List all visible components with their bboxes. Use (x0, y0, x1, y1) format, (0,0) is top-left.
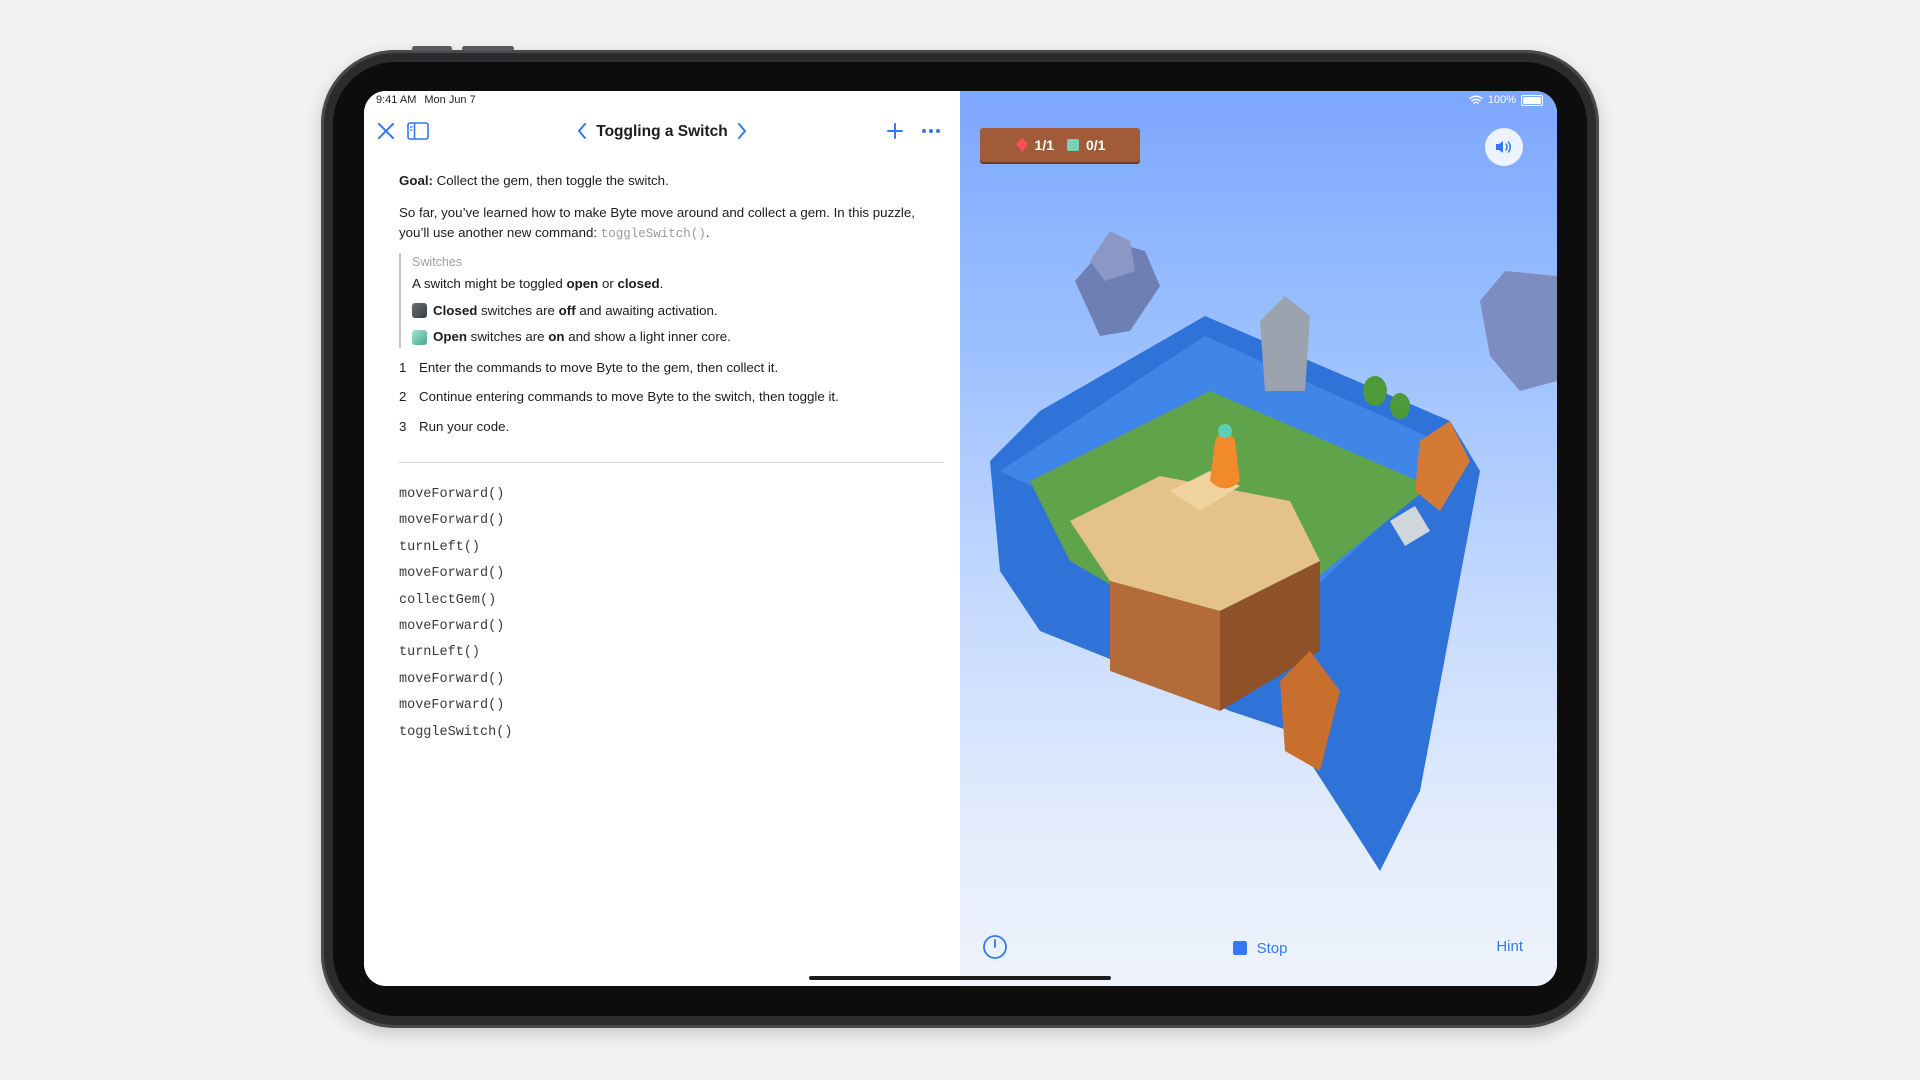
callout-text: A switch might be toggled (412, 275, 567, 291)
code-line[interactable]: moveForward() (399, 614, 512, 640)
hint-button[interactable]: Hint (1496, 938, 1523, 955)
status-time: 9:41 AM (376, 94, 417, 106)
sound-button[interactable] (1485, 128, 1523, 166)
speed-button[interactable] (982, 934, 1008, 960)
gem-icon (1015, 138, 1028, 152)
power-button (462, 46, 514, 51)
byte-head (1218, 424, 1232, 438)
code-line[interactable]: toggleSwitch() (399, 720, 512, 746)
closed-off: off (558, 302, 576, 318)
instructions-content: Goal: Collect the gem, then toggle the s… (399, 171, 944, 447)
navigation-bar: Toggling a Switch (364, 113, 960, 153)
home-indicator (809, 976, 1111, 980)
intro-inline-code: toggleSwitch() (600, 227, 706, 242)
code-editor[interactable]: moveForward() moveForward() turnLeft() m… (399, 482, 512, 746)
closed-text: switches are (477, 302, 559, 318)
steps-list: 1 Enter the commands to move Byte to the … (399, 358, 944, 438)
step-text: Run your code. (419, 419, 510, 435)
callout-text: . (659, 275, 664, 291)
clock-icon (983, 935, 1007, 959)
close-icon[interactable] (374, 119, 398, 143)
status-indicators: 100% (1469, 94, 1543, 106)
closed-switch-icon (412, 303, 427, 319)
goal-text: Goal: Collect the gem, then toggle the s… (399, 171, 944, 192)
callout-closed: closed (617, 275, 660, 291)
open-switch-icon (412, 329, 427, 345)
switch-icon (1067, 139, 1079, 151)
stop-label: Stop (1256, 939, 1288, 957)
step-text: Continue entering commands to move Byte … (419, 389, 839, 405)
code-line[interactable]: moveForward() (399, 561, 512, 587)
battery-percent: 100% (1487, 94, 1516, 106)
speaker-icon (1496, 141, 1511, 153)
editor-divider (399, 462, 944, 463)
code-line[interactable]: collectGem() (399, 588, 512, 614)
open-text-end: and show a light inner core. (564, 329, 731, 345)
open-on: on (548, 329, 565, 345)
volume-button (412, 46, 452, 51)
goal-body: Collect the gem, then toggle the switch. (432, 173, 669, 188)
code-line[interactable]: moveForward() (399, 482, 512, 508)
instructions-pane: 9:41 AM Mon Jun 7 Toggling a Switch Goal… (364, 91, 960, 986)
stone-pillar (1260, 296, 1310, 391)
step-number: 3 (399, 419, 407, 435)
callout-title: Switches (412, 254, 463, 269)
step-number: 2 (399, 389, 407, 405)
intro-end: . (705, 225, 710, 241)
callout-open: open (566, 275, 599, 291)
chevron-left-icon[interactable] (570, 119, 594, 143)
gem-count: 1/1 (1034, 137, 1054, 153)
score-board: 1/1 0/1 (980, 128, 1140, 162)
plus-icon[interactable] (883, 119, 907, 143)
goal-label: Goal: (399, 173, 433, 188)
puzzle-world-scene (990, 231, 1557, 871)
wifi-icon (1469, 95, 1483, 104)
code-line[interactable]: moveForward() (399, 693, 512, 719)
live-view-pane: 100% 1/1 0/1 Stop Hint (960, 91, 1557, 986)
step-item: 1 Enter the commands to move Byte to the … (399, 358, 944, 379)
switch-count: 0/1 (1086, 137, 1106, 153)
stop-icon (1232, 941, 1247, 955)
code-line[interactable]: moveForward() (399, 508, 512, 534)
gem-counter: 1/1 (1015, 137, 1054, 153)
code-line[interactable]: turnLeft() (399, 535, 512, 561)
tree (1363, 376, 1387, 406)
tree (1390, 393, 1410, 419)
floating-rock-left (1075, 231, 1160, 336)
battery-icon (1521, 94, 1543, 106)
callout-text: or (598, 275, 618, 291)
floating-rock-right (1480, 271, 1557, 391)
open-switch-row: Open switches are on and show a light in… (412, 327, 944, 348)
open-text: switches are (466, 329, 549, 345)
closed-text-end: and awaiting activation. (575, 302, 718, 318)
closed-switch-row: Closed switches are off and awaiting act… (412, 301, 944, 322)
status-date: Mon Jun 7 (424, 94, 476, 106)
screen: 9:41 AM Mon Jun 7 Toggling a Switch Goal… (364, 91, 1557, 986)
step-number: 1 (399, 359, 407, 375)
code-line[interactable]: turnLeft() (399, 640, 512, 666)
stop-button[interactable]: Stop (1210, 932, 1310, 964)
status-bar: 9:41 AM Mon Jun 7 (376, 94, 484, 106)
more-icon[interactable] (919, 119, 943, 143)
switches-callout: Switches A switch might be toggled open … (399, 252, 944, 348)
switch-counter: 0/1 (1066, 137, 1105, 153)
step-item: 3 Run your code. (399, 417, 944, 438)
sidebar-icon[interactable] (406, 119, 430, 143)
intro-paragraph: So far, you’ve learned how to make Byte … (399, 203, 944, 245)
chevron-right-icon[interactable] (730, 119, 754, 143)
open-label: Open (433, 329, 467, 345)
closed-label: Closed (433, 302, 478, 318)
step-text: Enter the commands to move Byte to the g… (419, 359, 779, 375)
step-item: 2 Continue entering commands to move Byte… (399, 387, 944, 408)
callout-line: A switch might be toggled open or closed… (412, 274, 944, 295)
page-title: Toggling a Switch (596, 123, 728, 140)
code-line[interactable]: moveForward() (399, 667, 512, 693)
